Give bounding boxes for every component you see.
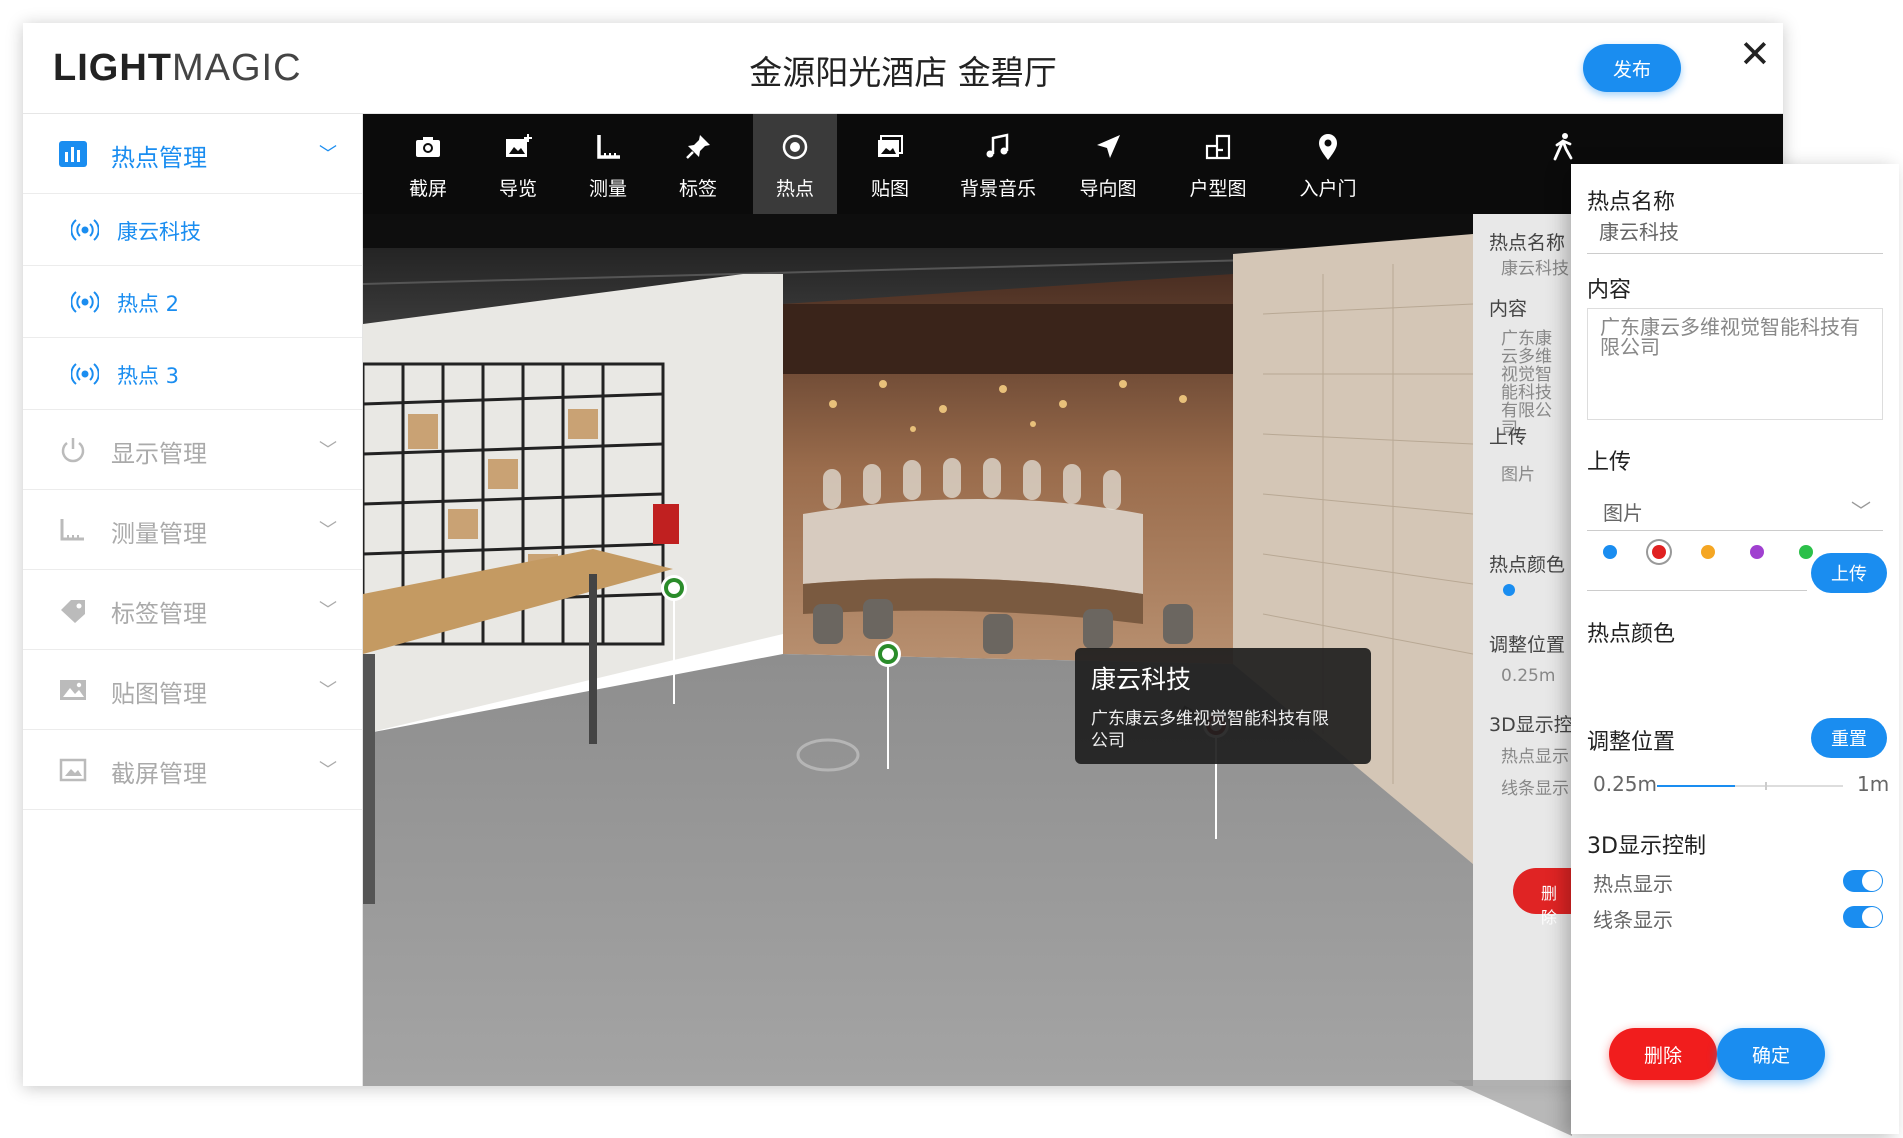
color-swatch[interactable]: [1701, 545, 1715, 559]
music-icon: [986, 133, 1009, 158]
content-label: 内容: [1587, 278, 1632, 303]
color-swatch[interactable]: [1799, 545, 1813, 559]
hotspot-content-textarea[interactable]: 广东康云多维视觉智能科技有限公司: [1587, 308, 1883, 420]
tool-guide[interactable]: 导览: [483, 114, 553, 214]
toolbar: 截屏 导览 测量 标签 热点 贴图 背景音乐 导向图 户型图 入户门: [363, 114, 1783, 214]
slider-tick: [1765, 782, 1767, 790]
position-slider[interactable]: [1657, 782, 1843, 790]
chevron-down-icon: ﹀: [1851, 499, 1871, 523]
delete-button[interactable]: 删除: [1609, 1028, 1717, 1080]
header-bar: LIGHTMAGIC 金源阳光酒店 金碧厅 发布 ✕: [23, 23, 1783, 114]
sidebar-item-label: 贴图管理: [111, 680, 207, 708]
line-display-label: 线条显示: [1593, 908, 1673, 932]
publish-button[interactable]: 发布: [1583, 44, 1681, 92]
upload-label: 上传: [1587, 450, 1632, 475]
panorama-view[interactable]: 康云科技 广东康云多维视觉智能科技有限公司: [363, 214, 1473, 1086]
tool-tag[interactable]: 标签: [663, 114, 733, 214]
chevron-down-icon: ﹀: [319, 680, 337, 701]
chevron-down-icon: ﹀: [319, 600, 337, 621]
hotspot-display-label: 热点显示: [1593, 872, 1673, 896]
sidebar-item-measure-management[interactable]: 测量管理 ﹀: [23, 490, 362, 570]
sidebar-item-tag-management[interactable]: 标签管理 ﹀: [23, 570, 362, 650]
floor-plan-icon: [1205, 134, 1231, 160]
color-swatch[interactable]: [1603, 545, 1617, 559]
hotspot-display-toggle[interactable]: [1843, 870, 1883, 892]
location-pin-icon: [1319, 134, 1337, 160]
hotspot-signal-icon: [71, 219, 99, 241]
tool-entrance[interactable]: 入户门: [1283, 114, 1373, 214]
sidebar-item-label: 标签管理: [111, 600, 207, 628]
ruler-icon: [597, 135, 620, 159]
sidebar-item-label: 截屏管理: [111, 760, 207, 788]
display-control-label: 3D显示控制: [1587, 834, 1706, 859]
screenshot-icon: [59, 758, 87, 782]
image-plus-icon: [506, 134, 532, 157]
ruler-icon: [60, 519, 84, 541]
hotspot-name-input[interactable]: 康云科技: [1587, 216, 1883, 254]
hotspot-item[interactable]: 热点 2: [23, 266, 362, 338]
upload-button[interactable]: 上传: [1811, 553, 1887, 593]
confirm-button[interactable]: 确定: [1717, 1028, 1825, 1080]
position-label: 调整位置: [1587, 730, 1676, 755]
sidebar-item-display-management[interactable]: 显示管理 ﹀: [23, 410, 362, 490]
hotspot-item-label: 热点 3: [117, 364, 180, 388]
sidebar-item-label: 显示管理: [111, 440, 207, 468]
editor-window: LIGHTMAGIC 金源阳光酒店 金碧厅 发布 ✕ 热点管理 ﹀ 康云科技 热…: [23, 23, 1783, 1086]
sidebar-item-label: 测量管理: [111, 520, 207, 548]
reset-button[interactable]: 重置: [1811, 718, 1887, 758]
color-swatch[interactable]: [1750, 545, 1764, 559]
slider-fill: [1657, 785, 1736, 787]
color-label: 热点颜色: [1587, 622, 1676, 647]
walking-person-icon: [1553, 133, 1573, 161]
line-display-toggle[interactable]: [1843, 906, 1883, 928]
image-icon: [60, 680, 86, 700]
tool-screenshot[interactable]: 截屏: [393, 114, 463, 214]
power-icon: [61, 438, 85, 463]
upload-file-field[interactable]: [1587, 590, 1807, 591]
tooltip-title: 康云科技: [1091, 665, 1192, 694]
color-dot: [1503, 584, 1515, 596]
target-icon: [782, 134, 808, 160]
navigation-arrow-icon: [1097, 135, 1120, 158]
bar-chart-icon: [59, 141, 87, 167]
image-stack-icon: [878, 135, 903, 157]
tag-icon: [61, 600, 85, 623]
slider-max-label: 1m: [1857, 772, 1890, 796]
chevron-down-icon: ﹀: [319, 144, 337, 165]
sidebar-item-screenshot-management[interactable]: 截屏管理 ﹀: [23, 730, 362, 810]
chevron-down-icon: ﹀: [319, 440, 337, 461]
sidebar-item-hotspot-management[interactable]: 热点管理 ﹀: [23, 114, 362, 194]
tool-hotspot[interactable]: 热点: [753, 114, 837, 214]
slider-min-label: 0.25m: [1593, 772, 1658, 796]
hotspot-item[interactable]: 康云科技: [23, 194, 362, 266]
sidebar: 热点管理 ﹀ 康云科技 热点 2 热点 3 显示管理 ﹀ 测量管理 ﹀ 标签管理: [23, 114, 363, 1086]
hotspot-item-label: 热点 2: [117, 292, 180, 316]
color-swatch[interactable]: [1652, 545, 1666, 559]
chevron-down-icon: ﹀: [319, 520, 337, 541]
page-title: 金源阳光酒店 金碧厅: [749, 53, 1057, 92]
hotspot-signal-icon: [71, 363, 99, 385]
tool-measure[interactable]: 测量: [573, 114, 643, 214]
name-label: 热点名称: [1587, 190, 1676, 215]
panel-shadow: [1448, 1080, 1572, 1136]
upload-type-select[interactable]: 图片 ﹀: [1587, 491, 1883, 531]
sidebar-item-label: 热点管理: [111, 144, 207, 172]
close-icon[interactable]: ✕: [1739, 35, 1771, 73]
camera-icon: [416, 137, 440, 157]
pin-icon: [686, 135, 710, 159]
tool-direction[interactable]: 导向图: [1063, 114, 1153, 214]
hotspot-item[interactable]: 热点 3: [23, 338, 362, 410]
sidebar-item-sticker-management[interactable]: 贴图管理 ﹀: [23, 650, 362, 730]
tool-floor-plan[interactable]: 户型图: [1173, 114, 1263, 214]
tool-sticker[interactable]: 贴图: [855, 114, 925, 214]
tool-bg-music[interactable]: 背景音乐: [943, 114, 1053, 214]
hotspot-signal-icon: [71, 291, 99, 313]
hotspot-properties-panel: 热点名称 康云科技 内容 广东康云多维视觉智能科技有限公司 上传 图片 ﹀ 上传…: [1571, 164, 1899, 1134]
hotspot-item-label: 康云科技: [117, 220, 201, 244]
chevron-down-icon: ﹀: [319, 760, 337, 781]
hotspot-tooltip: 康云科技 广东康云多维视觉智能科技有限公司: [1075, 648, 1371, 764]
tooltip-body: 广东康云多维视觉智能科技有限公司: [1091, 709, 1329, 751]
